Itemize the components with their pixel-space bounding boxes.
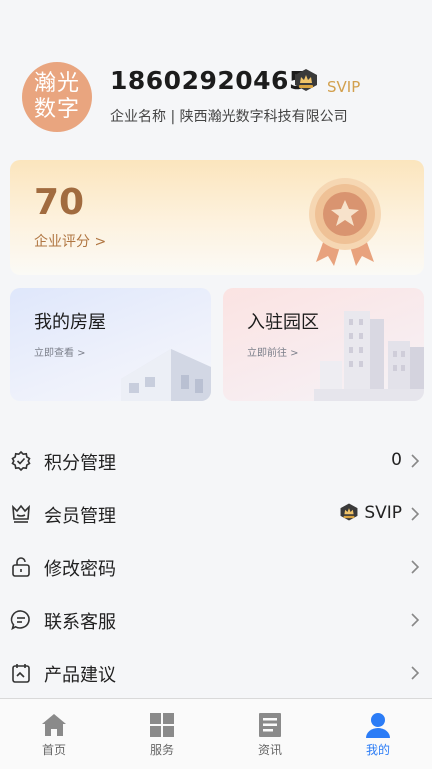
chevron-right-icon: [411, 613, 420, 627]
enter-park-tile[interactable]: 入驻园区 立即前往 >: [223, 288, 424, 401]
menu-label: 修改密码: [44, 559, 116, 580]
menu-item-product-feedback[interactable]: 产品建议: [0, 647, 432, 700]
chevron-right-icon: [411, 507, 420, 521]
member-icon: [12, 504, 30, 523]
menu-item-change-password[interactable]: 修改密码: [0, 541, 432, 594]
tile-link[interactable]: 立即查看 >: [34, 344, 86, 359]
avatar-text-line2: 数字: [33, 97, 80, 122]
score-value: 70: [34, 182, 85, 223]
tile-title: 入驻园区: [247, 312, 319, 333]
score-label-link[interactable]: 企业评分 >: [34, 231, 106, 251]
menu-label: 联系客服: [44, 612, 116, 633]
tab-news[interactable]: 资讯: [216, 699, 324, 769]
tab-label: 首页: [41, 743, 66, 757]
tile-title: 我的房屋: [34, 312, 106, 333]
company-name: 企业名称 | 陕西瀚光数字科技有限公司: [110, 109, 348, 125]
bottom-tab-bar: 首页 服务 资讯 我的: [0, 698, 432, 769]
phone-number: 18602920465: [110, 66, 307, 95]
tab-home[interactable]: 首页: [0, 699, 108, 769]
membership-value: SVIP: [364, 503, 402, 523]
tab-services[interactable]: 服务: [108, 699, 216, 769]
avatar-text-line1: 瀚光: [33, 71, 80, 96]
menu-item-customer-service[interactable]: 联系客服: [0, 594, 432, 647]
profile-header: 瀚光 数字 18602920465 SVIP 企业名称 | 陕西瀚光数字科技有限…: [0, 0, 432, 150]
tab-label: 我的: [365, 743, 390, 757]
chevron-right-icon: [411, 454, 420, 468]
settings-menu: 积分管理 0 会员管理 SVIP 修改密码 联系客服 产品建议: [0, 435, 432, 700]
grid-icon: [150, 713, 174, 737]
menu-item-membership[interactable]: 会员管理 SVIP: [0, 488, 432, 541]
tab-mine[interactable]: 我的: [324, 699, 432, 769]
menu-item-points[interactable]: 积分管理 0: [0, 435, 432, 488]
menu-label: 积分管理: [44, 453, 116, 474]
points-value: 0: [391, 450, 402, 470]
points-icon: [11, 450, 31, 472]
tile-link[interactable]: 立即前往 >: [247, 344, 299, 359]
chevron-right-icon: [411, 666, 420, 680]
my-house-tile[interactable]: 我的房屋 立即查看 >: [10, 288, 211, 401]
news-icon: [259, 713, 281, 737]
vip-crown-icon: [295, 69, 317, 91]
medal-icon: [309, 178, 381, 266]
home-icon: [42, 714, 66, 736]
avatar[interactable]: 瀚光 数字: [22, 62, 92, 132]
vip-crown-icon: [340, 503, 358, 521]
user-icon: [366, 713, 390, 738]
tab-label: 服务: [149, 743, 174, 757]
feedback-icon: [12, 664, 30, 683]
house-illustration-icon: [121, 349, 211, 401]
vip-level-label: SVIP: [327, 78, 361, 96]
menu-label: 会员管理: [44, 506, 116, 527]
chat-icon: [10, 610, 30, 631]
menu-label: 产品建议: [44, 665, 116, 686]
chevron-right-icon: [411, 560, 420, 574]
park-buildings-illustration-icon: [314, 311, 424, 401]
lock-icon: [12, 557, 30, 577]
tab-label: 资讯: [257, 743, 282, 757]
enterprise-score-card[interactable]: 70 企业评分 >: [10, 160, 424, 275]
